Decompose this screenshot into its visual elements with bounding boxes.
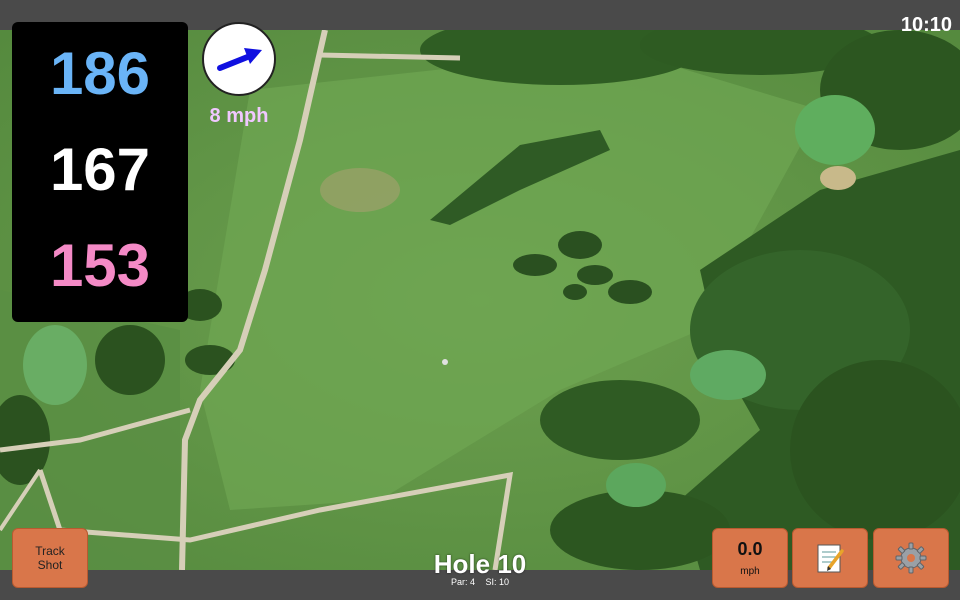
speed-value: 0.0 [737,539,763,559]
wind-speed-label: 8 mph [209,105,269,127]
track-shot-label-line1: Track [35,544,65,558]
clock: 10:10 [900,14,952,36]
par-label: Par: 4 [450,577,475,587]
si-label: SI: 10 [485,577,510,587]
gear-icon [895,542,927,574]
hole-title: Hole 10 [433,549,527,579]
notepad-icon [817,544,844,573]
hole-info: Par: 4 SI: 10 [380,577,580,587]
front-distance: 153 [49,232,151,299]
notes-button[interactable] [792,528,868,588]
middle-distance: 167 [49,136,151,203]
speed-unit: mph [740,566,760,577]
back-distance: 186 [49,40,151,107]
settings-button[interactable] [873,528,949,588]
track-shot-label-line2: Shot [37,558,63,572]
track-shot-button[interactable]: Track Shot [12,528,88,588]
speed-button[interactable]: 0.0 mph [712,528,788,588]
wind-direction [202,22,276,96]
wind-arrow-icon [217,48,262,71]
distance-panel: 186 167 153 [12,22,188,322]
